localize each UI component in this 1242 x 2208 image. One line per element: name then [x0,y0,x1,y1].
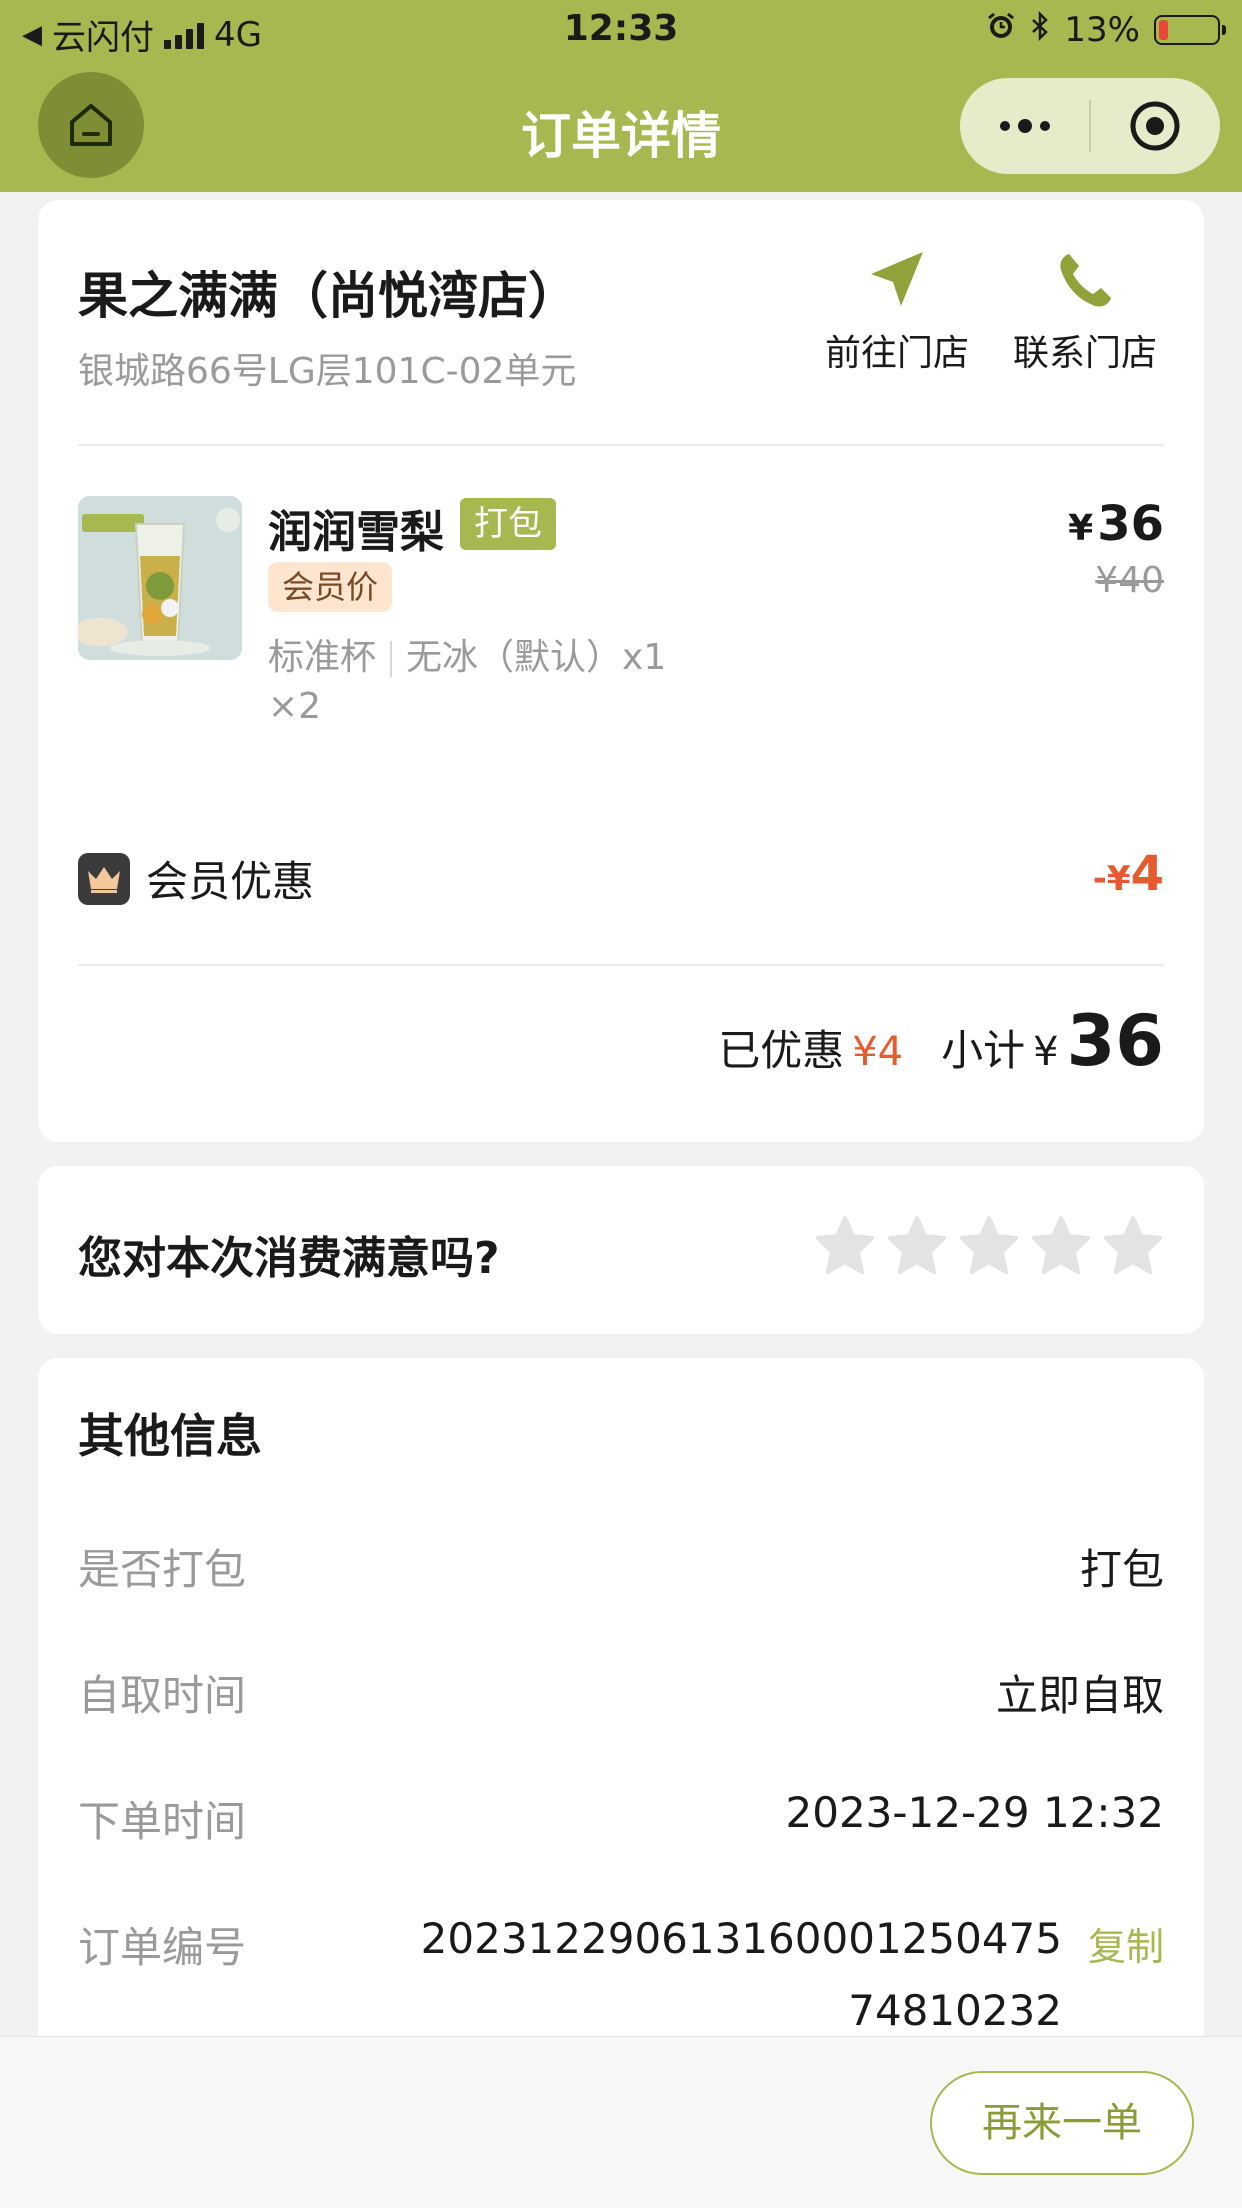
divider [78,444,1164,446]
rating-card: 您对本次消费满意吗? [38,1166,1204,1334]
more-dots-icon [999,119,1050,133]
status-bar: ◀ 云闪付 4G 12:33 13% [0,0,1242,62]
spec-separator [390,641,393,677]
star-icon[interactable] [886,1214,948,1276]
battery-icon [1154,15,1226,45]
copy-order-number-button[interactable]: 复制 [1088,1916,1164,1971]
alarm-icon [986,10,1016,50]
product-original-price: ¥40 [1095,560,1164,601]
product-image [78,496,242,660]
call-store-label: 联系门店 [1012,333,1157,374]
discount-prefix: - [1092,859,1107,899]
divider [78,964,1164,966]
info-label-pickup-time: 自取时间 [78,1671,247,1720]
navigate-store-label: 前往门店 [824,333,969,374]
info-value-pack: 打包 [1079,1545,1164,1594]
info-value-order-number-line2: 74810232 [848,1986,1062,2035]
call-store-button[interactable]: 联系门店 [1000,248,1170,376]
rating-question: 您对本次消费满意吗? [78,1233,500,1284]
member-discount-row: 会员优惠 [78,848,314,909]
member-discount-label: 会员优惠 [146,857,315,906]
info-value-pickup-time: 立即自取 [995,1671,1164,1720]
info-value-order-time: 2023-12-29 12:32 [785,1788,1164,1837]
member-discount-amount: -¥4 [1093,846,1164,902]
info-value-order-number: 2023122906131600012504​75 [420,1914,1062,1963]
info-label-order-number: 订单编号 [78,1923,247,1972]
star-icon[interactable] [958,1214,1020,1276]
mini-program-capsule [960,78,1220,174]
price-value: 36 [1097,496,1164,552]
star-icon[interactable] [814,1214,876,1276]
discount-value: 4 [1130,846,1164,902]
saved-amount: ¥4 [852,1029,904,1075]
subtotal-value: 36 [1066,1000,1164,1082]
star-icon[interactable] [1030,1214,1092,1276]
header-bar: ◀ 云闪付 4G 12:33 13% 订单详情 [0,0,1242,192]
spec-ice: 无冰（默认）x1 [406,637,667,678]
more-button[interactable] [960,78,1089,174]
battery-percent: 13% [1064,10,1140,50]
navigate-store-button[interactable]: 前往门店 [812,248,982,376]
bluetooth-icon [1030,10,1050,50]
store-name: 果之满满（尚悦湾店） [78,267,578,325]
bottom-action-bar: 再来一单 [0,2036,1242,2208]
saved-label: 已优惠 [718,1026,845,1075]
product-quantity: ×2 [268,686,322,727]
store-address: 银城路66号LG层101C-02单元 [78,351,577,392]
subtotal-label: 小计 [941,1026,1026,1075]
status-right: 13% [986,10,1226,50]
info-label-pack: 是否打包 [78,1545,247,1594]
price-currency: ¥ [1068,508,1094,549]
product-name: 润润雪梨 [268,507,444,558]
target-icon [1130,101,1180,151]
member-price-tag: 会员价 [268,562,393,612]
discount-currency: ¥ [1106,859,1131,899]
other-info-card: 其他信息 是否打包 打包 自取时间 立即自取 下单时间 2023-12-29 1… [38,1358,1204,2058]
other-info-title: 其他信息 [78,1409,262,1463]
navigation-arrow-icon [871,252,923,306]
spec-size: 标准杯 [268,637,377,678]
crown-icon [78,852,130,905]
order-card: 果之满满（尚悦湾店） 银城路66号LG层101C-02单元 前往门店 联系门店 … [38,200,1204,1142]
order-summary: 已优惠 ¥4 小计 ¥ 36 [718,1000,1164,1082]
star-rating [814,1214,1164,1276]
pack-tag: 打包 [460,498,556,550]
product-spec: 标准杯 无冰（默认）x1 [268,628,666,680]
close-mini-program-button[interactable] [1091,78,1220,174]
product-price: ¥36 [1068,496,1164,552]
reorder-button[interactable]: 再来一单 [930,2071,1194,2175]
subtotal-currency: ¥ [1033,1029,1059,1075]
info-label-order-time: 下单时间 [78,1797,247,1846]
star-icon[interactable] [1102,1214,1164,1276]
phone-icon [1060,254,1111,307]
